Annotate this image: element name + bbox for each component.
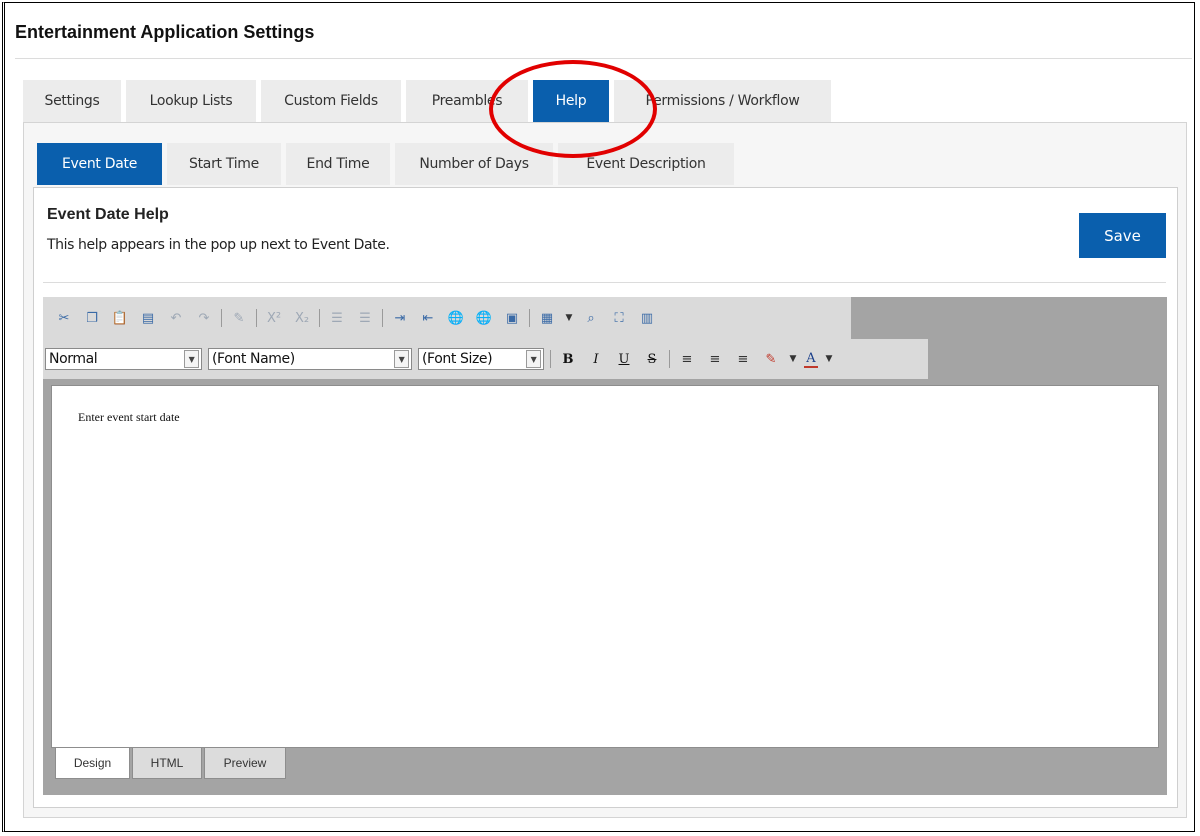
table-dropdown-icon[interactable]: ▼ bbox=[564, 307, 574, 329]
tab-help[interactable]: Help bbox=[533, 80, 609, 122]
paste-icon[interactable]: 📋 bbox=[109, 307, 131, 329]
italic-button[interactable]: I bbox=[585, 352, 607, 367]
tab-design[interactable]: Design bbox=[55, 748, 130, 779]
outdent-icon[interactable]: ⇤ bbox=[417, 307, 439, 329]
media-icon[interactable]: ▥ bbox=[636, 307, 658, 329]
tab-end-time[interactable]: End Time bbox=[286, 143, 390, 185]
indent-icon[interactable]: ⇥ bbox=[389, 307, 411, 329]
subscript-icon[interactable]: X₂ bbox=[291, 307, 313, 329]
insert-image-icon[interactable]: ▣ bbox=[501, 307, 523, 329]
toolbar-separator bbox=[550, 350, 551, 368]
tab-preview[interactable]: Preview bbox=[204, 748, 286, 779]
tab-html[interactable]: HTML bbox=[132, 748, 202, 779]
underline-button[interactable]: U bbox=[613, 352, 635, 367]
editor-mode-tabs: Design HTML Preview bbox=[55, 748, 288, 779]
align-left-icon[interactable]: ≡ bbox=[676, 348, 698, 370]
font-color-dropdown-icon[interactable]: ▼ bbox=[824, 348, 834, 370]
align-center-icon[interactable]: ≡ bbox=[704, 348, 726, 370]
page-title: Entertainment Application Settings bbox=[15, 22, 315, 42]
strikethrough-button[interactable]: S bbox=[641, 352, 663, 367]
font-size-select[interactable]: (Font Size) ▼ bbox=[418, 348, 544, 370]
toolbar-separator bbox=[529, 309, 530, 327]
bold-button[interactable]: B bbox=[557, 352, 579, 367]
copy-icon[interactable]: ❐ bbox=[81, 307, 103, 329]
section-description: This help appears in the pop up next to … bbox=[47, 237, 390, 253]
tab-lookup-lists[interactable]: Lookup Lists bbox=[126, 80, 256, 122]
font-name-value: (Font Name) bbox=[212, 351, 295, 367]
section-title: Event Date Help bbox=[47, 206, 169, 223]
section-divider bbox=[43, 282, 1166, 283]
save-button[interactable]: Save bbox=[1079, 213, 1166, 258]
tab-custom-fields[interactable]: Custom Fields bbox=[261, 80, 401, 122]
main-tabs: Settings Lookup Lists Custom Fields Prea… bbox=[23, 80, 836, 122]
chevron-down-icon: ▼ bbox=[394, 350, 409, 368]
chevron-down-icon: ▼ bbox=[526, 350, 541, 368]
paragraph-format-value: Normal bbox=[49, 351, 98, 367]
cut-icon[interactable]: ✂ bbox=[53, 307, 75, 329]
tab-event-date[interactable]: Event Date bbox=[37, 143, 162, 185]
rich-text-editor: ✂ ❐ 📋 ▤ ↶ ↷ ✎ X² X₂ ☰ ☰ ⇥ ⇤ 🌐 🌐 ▣ ▦ ▼ ⌕ … bbox=[43, 297, 1167, 795]
editor-content-area[interactable]: Enter event start date bbox=[51, 385, 1159, 748]
highlight-dropdown-icon[interactable]: ▼ bbox=[788, 348, 798, 370]
find-icon[interactable]: ⌕ bbox=[580, 307, 602, 329]
undo-icon[interactable]: ↶ bbox=[165, 307, 187, 329]
fullscreen-icon[interactable]: ⛶ bbox=[608, 307, 630, 329]
toolbar-separator bbox=[669, 350, 670, 368]
superscript-icon[interactable]: X² bbox=[263, 307, 285, 329]
editor-toolbar-row-2: Normal ▼ (Font Name) ▼ (Font Size) ▼ B I… bbox=[43, 339, 928, 379]
paste-text-icon[interactable]: ▤ bbox=[137, 307, 159, 329]
title-divider bbox=[15, 58, 1192, 59]
toolbar-separator bbox=[256, 309, 257, 327]
paragraph-format-select[interactable]: Normal ▼ bbox=[45, 348, 202, 370]
highlight-color-icon[interactable]: ✎ bbox=[760, 348, 782, 370]
tab-preambles[interactable]: Preambles bbox=[406, 80, 528, 122]
chevron-down-icon: ▼ bbox=[184, 350, 199, 368]
format-painter-icon[interactable]: ✎ bbox=[228, 307, 250, 329]
tab-settings[interactable]: Settings bbox=[23, 80, 121, 122]
toolbar-separator bbox=[319, 309, 320, 327]
insert-link-icon[interactable]: 🌐 bbox=[445, 307, 467, 329]
toolbar-separator bbox=[221, 309, 222, 327]
font-name-select[interactable]: (Font Name) ▼ bbox=[208, 348, 412, 370]
align-right-icon[interactable]: ≡ bbox=[732, 348, 754, 370]
tab-number-of-days[interactable]: Number of Days bbox=[395, 143, 553, 185]
tab-start-time[interactable]: Start Time bbox=[167, 143, 281, 185]
ordered-list-icon[interactable]: ☰ bbox=[326, 307, 348, 329]
insert-table-icon[interactable]: ▦ bbox=[536, 307, 558, 329]
font-color-button[interactable]: A bbox=[804, 351, 818, 368]
remove-link-icon[interactable]: 🌐 bbox=[473, 307, 495, 329]
editor-content-text: Enter event start date bbox=[78, 410, 180, 424]
tab-permissions-workflow[interactable]: Permissions / Workflow bbox=[614, 80, 831, 122]
font-size-value: (Font Size) bbox=[422, 351, 493, 367]
toolbar-separator bbox=[382, 309, 383, 327]
editor-toolbar-row-1: ✂ ❐ 📋 ▤ ↶ ↷ ✎ X² X₂ ☰ ☰ ⇥ ⇤ 🌐 🌐 ▣ ▦ ▼ ⌕ … bbox=[43, 297, 851, 339]
redo-icon[interactable]: ↷ bbox=[193, 307, 215, 329]
help-field-tabs: Event Date Start Time End Time Number of… bbox=[37, 143, 739, 185]
unordered-list-icon[interactable]: ☰ bbox=[354, 307, 376, 329]
tab-event-description[interactable]: Event Description bbox=[558, 143, 734, 185]
